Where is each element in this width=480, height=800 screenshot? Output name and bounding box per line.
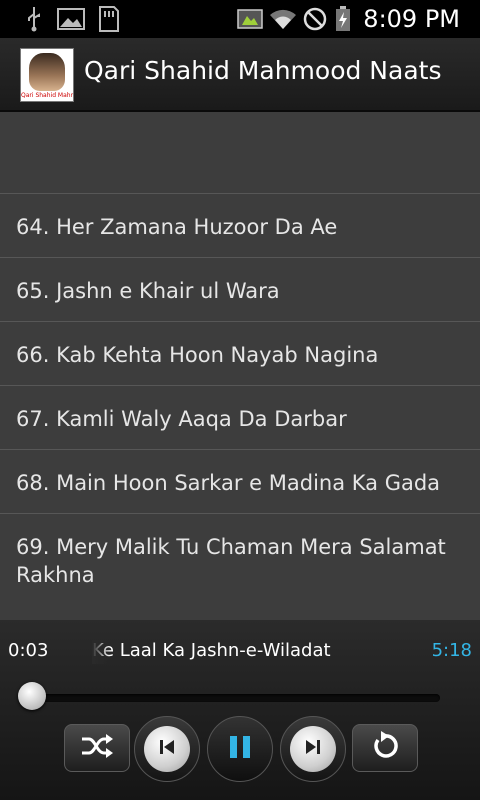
pause-icon [228, 734, 252, 764]
naat-list[interactable]: 64. Her Zamana Huzoor Da Ae 65. Jashn e … [0, 110, 480, 620]
app-title: Qari Shahid Mahmood Naats [84, 56, 442, 85]
list-item-label: 68. Main Hoon Sarkar e Madina Ka Gada [16, 471, 441, 495]
battery-charging-icon [334, 6, 352, 32]
image-icon [56, 6, 86, 32]
total-time: 5:18 [431, 640, 472, 661]
app-logo[interactable]: Qari Shahid Mahmood Naats [20, 48, 74, 102]
previous-button[interactable] [134, 716, 200, 782]
screenshot-icon [236, 6, 264, 32]
artist-photo [29, 53, 65, 91]
previous-icon [157, 737, 177, 761]
logo-caption: Qari Shahid Mahmood Naats [21, 91, 73, 101]
list-item[interactable]: 66. Kab Kehta Hoon Nayab Nagina [0, 322, 480, 386]
wifi-icon [268, 6, 298, 32]
list-item[interactable]: 64. Her Zamana Huzoor Da Ae [0, 194, 480, 258]
status-bar: 8:09 PM [0, 0, 480, 38]
list-item[interactable] [0, 110, 480, 194]
action-bar: Qari Shahid Mahmood Naats Qari Shahid Ma… [0, 38, 480, 112]
list-item[interactable]: 65. Jashn e Khair ul Wara [0, 258, 480, 322]
list-item-label: 69. Mery Malik Tu Chaman Mera Salamat Ra… [16, 535, 446, 587]
sd-card-icon [94, 6, 122, 32]
no-signal-icon [302, 6, 328, 32]
shuffle-icon [80, 733, 114, 763]
media-player: 0:03 Ke Laal Ka Jashn-e-Wiladat 5:18 [0, 620, 480, 800]
list-item-label: 64. Her Zamana Huzoor Da Ae [16, 215, 338, 239]
list-item-label: 65. Jashn e Khair ul Wara [16, 279, 280, 303]
list-item-label: 66. Kab Kehta Hoon Nayab Nagina [16, 343, 379, 367]
next-button[interactable] [280, 716, 346, 782]
seek-bar[interactable] [20, 694, 440, 702]
list-item[interactable]: 69. Mery Malik Tu Chaman Mera Salamat Ra… [0, 514, 480, 620]
next-icon [303, 737, 323, 761]
list-item[interactable]: 67. Kamli Waly Aaqa Da Darbar [0, 386, 480, 450]
elapsed-time: 0:03 [8, 640, 49, 661]
shuffle-button[interactable] [64, 724, 130, 772]
status-time: 8:09 PM [363, 5, 460, 33]
seek-thumb[interactable] [17, 682, 46, 710]
pause-button[interactable] [207, 716, 273, 782]
repeat-button[interactable] [352, 724, 418, 772]
now-playing-title: Ke Laal Ka Jashn-e-Wiladat [92, 640, 331, 661]
now-playing-marquee: Ke Laal Ka Jashn-e-Wiladat [92, 640, 422, 664]
usb-icon [24, 6, 44, 32]
list-item[interactable]: 68. Main Hoon Sarkar e Madina Ka Gada [0, 450, 480, 514]
repeat-icon [370, 731, 400, 765]
list-item-label: 67. Kamli Waly Aaqa Da Darbar [16, 407, 347, 431]
